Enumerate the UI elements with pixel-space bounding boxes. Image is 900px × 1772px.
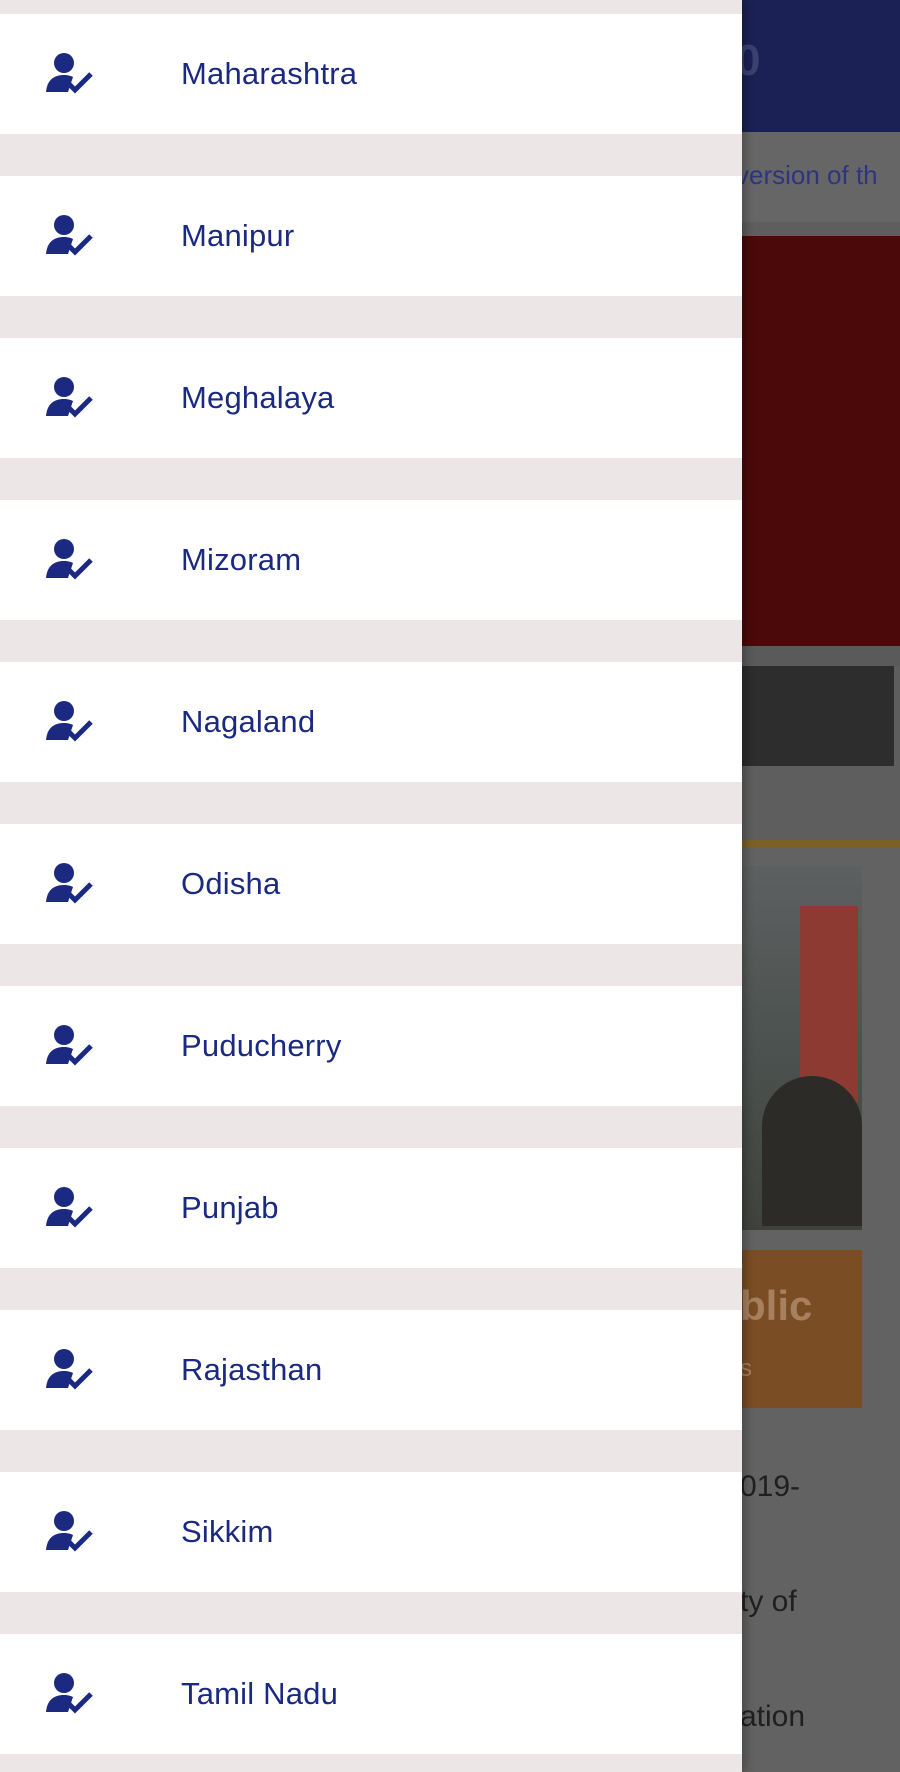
drawer-item-label: Puducherry [181,1028,342,1063]
app-screen: 0 version of th blic s 019- ty of ation … [0,0,900,1772]
drawer-item-mizoram[interactable]: Mizoram [0,500,742,620]
person-check-icon [46,1349,93,1390]
body-text-line: 019- [740,1470,801,1503]
photo-person [762,1076,862,1226]
drawer-item-label: Maharashtra [181,56,358,91]
person-check-icon [46,53,93,94]
drawer-item-sikkim[interactable]: Sikkim [0,1472,742,1592]
drawer-item-label: Tamil Nadu [181,1676,339,1711]
drawer-item-label: Mizoram [181,542,302,577]
person-check-icon [46,377,93,418]
drawer-item-odisha[interactable]: Odisha [0,824,742,944]
navigation-drawer: Maharashtra Manipur Meghalaya Mizoram Na… [0,0,742,1772]
person-check-icon [46,1511,93,1552]
drawer-item-label: Meghalaya [181,380,335,415]
person-check-icon [46,215,93,256]
marquee-text: version of th [736,160,878,190]
drawer-item-punjab[interactable]: Punjab [0,1148,742,1268]
drawer-item-label: Odisha [181,866,281,901]
photo-signboard [800,906,858,1102]
drawer-item-label: Nagaland [181,704,316,739]
person-check-icon [46,539,93,580]
person-check-icon [46,1187,93,1228]
info-card-title: blic [740,1282,813,1329]
body-text-line: ation [740,1700,806,1733]
person-check-icon [46,863,93,904]
accent-divider [740,840,900,848]
drawer-item-label: Manipur [181,218,295,253]
drawer-item-meghalaya[interactable]: Meghalaya [0,338,742,458]
person-check-icon [46,1673,93,1714]
person-check-icon [46,701,93,742]
drawer-item-label: Sikkim [181,1514,274,1549]
banner-image [740,236,900,646]
dark-tab-bar [740,666,894,766]
drawer-item-label: Punjab [181,1190,279,1225]
drawer-item-tamil-nadu[interactable]: Tamil Nadu [0,1634,742,1754]
body-text-line: ty of [740,1585,797,1618]
drawer-item-maharashtra[interactable]: Maharashtra [0,14,742,134]
drawer-item-rajasthan[interactable]: Rajasthan [0,1310,742,1430]
person-check-icon [46,1025,93,1066]
drawer-item-label: Rajasthan [181,1352,323,1387]
drawer-item-nagaland[interactable]: Nagaland [0,662,742,782]
drawer-item-manipur[interactable]: Manipur [0,176,742,296]
drawer-item-puducherry[interactable]: Puducherry [0,986,742,1106]
banner-gap [740,646,900,666]
